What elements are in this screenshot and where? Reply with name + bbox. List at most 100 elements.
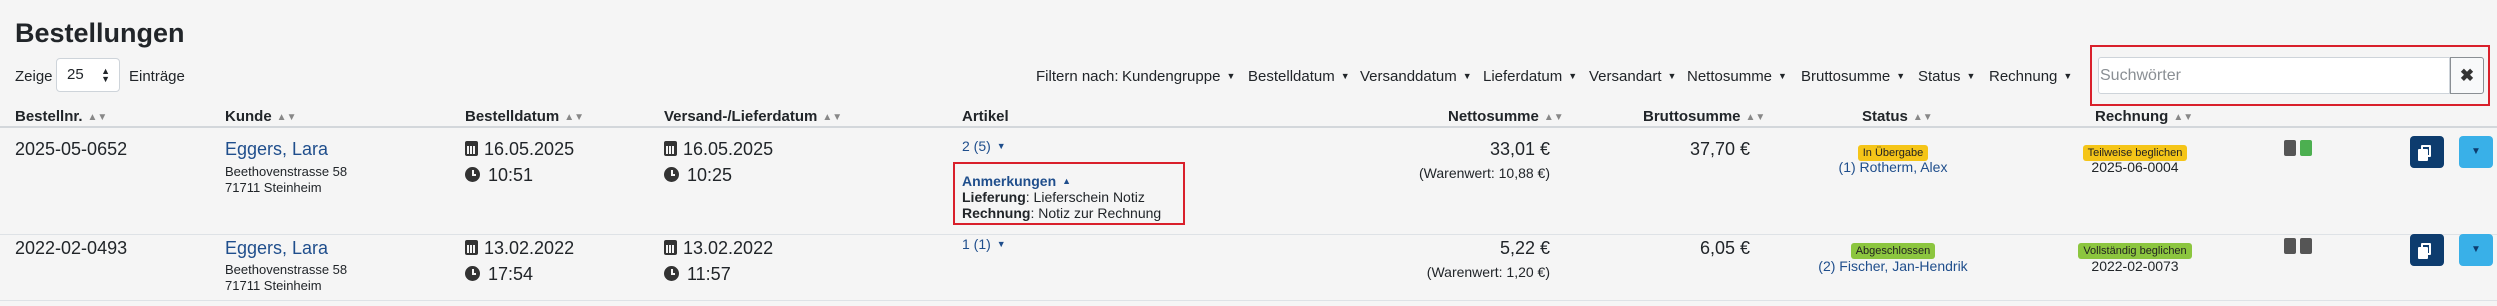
calendar-icon — [664, 240, 677, 255]
filter-nettosumme[interactable]: Nettosumme ▼ — [1687, 68, 1787, 85]
filter-lieferdatum[interactable]: Lieferdatum ▼ — [1483, 68, 1577, 85]
actions-dropdown-button[interactable]: ▼ — [2459, 234, 2493, 266]
caret-down-icon: ▼ — [1226, 71, 1236, 81]
col-bruttosumme[interactable]: Bruttosumme ▲▼ — [1643, 108, 1765, 125]
row-divider — [0, 234, 2497, 235]
clock-icon — [664, 266, 679, 281]
articles-toggle[interactable]: 1 (1) ▼ — [962, 236, 1006, 252]
sort-icon: ▲▼ — [2173, 112, 2194, 123]
notes-toggle[interactable]: Anmerkungen ▲ — [962, 173, 1071, 189]
gross-total: 37,70 € — [1689, 139, 1750, 159]
caret-down-icon: ▼ — [1966, 71, 1976, 81]
sort-icon: ▲▼ — [276, 112, 297, 123]
sort-icon: ▲▼ — [564, 112, 584, 123]
actions-dropdown-button[interactable]: ▼ — [2459, 136, 2493, 168]
caret-down-icon: ▼ — [996, 239, 1006, 249]
ship-time: 11:57 — [664, 264, 731, 285]
caret-down-icon: ▼ — [1896, 71, 1906, 81]
articles-toggle[interactable]: 2 (5) ▼ — [962, 138, 1006, 154]
caret-down-icon: ▼ — [2471, 244, 2481, 255]
order-date: 13.02.2022 — [465, 238, 574, 259]
customer-link[interactable]: Eggers, Lara — [225, 139, 328, 160]
invoice-number: 2025-06-0004 — [2091, 159, 2179, 175]
clear-search-button[interactable]: ✖ — [2450, 57, 2484, 94]
customer-city: 71711 Steinheim — [225, 180, 322, 195]
col-bestelldatum[interactable]: Bestelldatum ▲▼ — [465, 108, 584, 125]
caret-down-icon: ▼ — [1667, 71, 1677, 81]
order-time: 10:51 — [465, 165, 533, 186]
net-total: 33,01 € — [1489, 139, 1550, 159]
filter-kundengruppe[interactable]: Kundengruppe ▼ — [1122, 68, 1235, 85]
order-number: 2022-02-0493 — [15, 238, 128, 258]
filter-rechnung[interactable]: Rechnung ▼ — [1989, 68, 2072, 85]
copy-button[interactable] — [2410, 234, 2444, 266]
invoice-note: Rechnung: Notiz zur Rechnung — [962, 205, 1162, 221]
clock-icon — [465, 266, 480, 281]
page-length-select[interactable]: 25 ▲ ▼ — [56, 58, 120, 92]
invoice-status-cell: Vollständig beglichen — [2060, 241, 2210, 259]
filter-versandart[interactable]: Versandart ▼ — [1589, 68, 1676, 85]
status-cell: Abgeschlossen — [1833, 241, 1953, 259]
caret-down-icon: ▼ — [1340, 71, 1350, 81]
download-document-icon[interactable] — [2300, 140, 2312, 156]
caret-down-icon: ▼ — [1568, 71, 1578, 81]
col-artikel: Artikel — [962, 108, 1009, 125]
customer-link[interactable]: Eggers, Lara — [225, 238, 328, 259]
order-time: 17:54 — [465, 264, 533, 285]
col-kunde[interactable]: Kunde ▲▼ — [225, 108, 296, 125]
ship-date: 16.05.2025 — [664, 139, 773, 160]
goods-value: (Warenwert: 1,20 €) — [1426, 264, 1550, 280]
ship-date: 13.02.2022 — [664, 238, 773, 259]
sort-icon: ▲▼ — [1912, 112, 1933, 123]
col-bestellnr[interactable]: Bestellnr. ▲▼ — [15, 108, 107, 125]
sort-icon: ▲▼ — [822, 112, 843, 123]
copy-button[interactable] — [2410, 136, 2444, 168]
invoice-status-badge: Vollständig beglichen — [2078, 243, 2192, 259]
assignee-link[interactable]: (1) Rotherm, Alex — [1833, 159, 1953, 175]
download-document-icon[interactable] — [2300, 238, 2312, 254]
search-input[interactable]: Suchwörter — [2098, 57, 2450, 94]
order-number: 2025-05-0652 — [15, 139, 128, 159]
filter-status[interactable]: Status ▼ — [1918, 68, 1975, 85]
gross-total: 6,05 € — [1699, 238, 1750, 258]
caret-down-icon: ▼ — [2063, 71, 2073, 81]
header-divider — [0, 126, 2497, 128]
filter-label: Filtern nach: — [1036, 68, 1119, 85]
assignee-link[interactable]: (2) Fischer, Jan-Hendrik — [1803, 258, 1983, 274]
caret-down-icon: ▼ — [1778, 71, 1787, 81]
customer-city: 71711 Steinheim — [225, 278, 322, 293]
document-icon[interactable] — [2284, 140, 2296, 156]
copy-icon — [2418, 145, 2431, 161]
updown-icon: ▲ ▼ — [101, 66, 110, 84]
sort-icon: ▲▼ — [87, 112, 108, 123]
col-nettosumme[interactable]: Nettosumme ▲▼ — [1448, 108, 1564, 125]
status-badge: Abgeschlossen — [1850, 243, 1936, 259]
caret-up-icon: ▲ — [1062, 176, 1072, 186]
caret-down-icon: ▼ — [996, 141, 1006, 151]
filter-bestelldatum[interactable]: Bestelldatum ▼ — [1248, 68, 1350, 85]
page-length-value: 25 — [67, 66, 84, 83]
entries-label: Einträge — [129, 68, 185, 85]
filter-versanddatum[interactable]: Versanddatum ▼ — [1360, 68, 1472, 85]
net-total: 5,22 € — [1499, 238, 1550, 258]
col-versand-lieferdatum[interactable]: Versand-/Lieferdatum ▲▼ — [664, 108, 842, 125]
document-icon[interactable] — [2284, 238, 2296, 254]
order-date: 16.05.2025 — [465, 139, 574, 160]
page-title: Bestellungen — [15, 18, 185, 48]
col-rechnung[interactable]: Rechnung ▲▼ — [2095, 108, 2193, 125]
invoice-number: 2022-02-0073 — [2091, 258, 2179, 274]
calendar-icon — [664, 141, 677, 156]
clock-icon — [465, 167, 480, 182]
row-divider — [0, 300, 2497, 301]
clock-icon — [664, 167, 679, 182]
caret-down-icon: ▼ — [2471, 146, 2481, 157]
filter-bruttosumme[interactable]: Bruttosumme ▼ — [1801, 68, 1905, 85]
sort-icon: ▲▼ — [1543, 112, 1564, 123]
col-status[interactable]: Status ▲▼ — [1862, 108, 1933, 125]
calendar-icon — [465, 240, 478, 255]
delivery-note: Lieferung: Lieferschein Notiz — [962, 189, 1145, 205]
sort-icon: ▲▼ — [1745, 112, 1766, 123]
goods-value: (Warenwert: 10,88 €) — [1419, 165, 1550, 181]
customer-street: Beethovenstrasse 58 — [225, 164, 348, 179]
ship-time: 10:25 — [664, 165, 732, 186]
